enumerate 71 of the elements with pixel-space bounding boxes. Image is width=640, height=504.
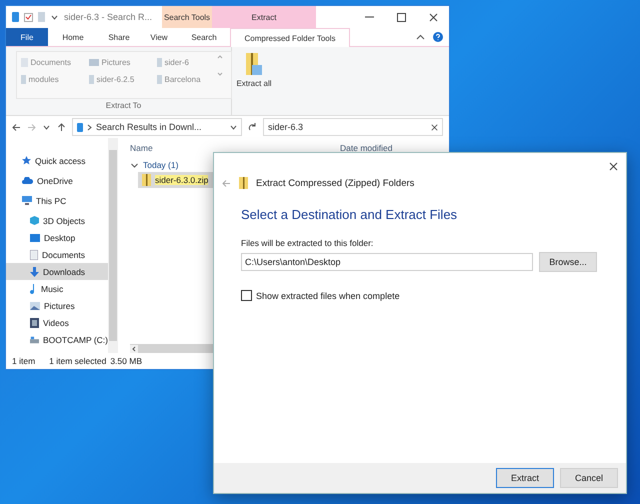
column-header[interactable]: Date modified bbox=[340, 143, 430, 153]
search-field[interactable]: sider-6.3 bbox=[263, 118, 443, 136]
cloud-icon bbox=[22, 177, 33, 184]
nav-item[interactable]: Desktop bbox=[6, 229, 108, 246]
film-icon bbox=[30, 318, 39, 328]
down-arrow-icon bbox=[30, 266, 39, 276]
vertical-scrollbar[interactable] bbox=[108, 138, 118, 353]
destination-field[interactable]: C:\Users\anton\Desktop bbox=[241, 253, 533, 271]
nav-item[interactable]: This PC bbox=[6, 192, 108, 209]
ribbon-tab[interactable]: Share bbox=[98, 28, 140, 46]
cancel-button[interactable]: Cancel bbox=[560, 468, 618, 488]
group-header[interactable]: Today (1) bbox=[130, 158, 449, 172]
ribbon-tab[interactable]: Home bbox=[48, 28, 98, 46]
computer-icon bbox=[22, 196, 32, 205]
dialog-title: Extract Compressed (Zipped) Folders bbox=[256, 178, 414, 188]
close-icon[interactable] bbox=[428, 12, 438, 22]
checkmark-icon[interactable] bbox=[24, 12, 33, 22]
monitor-icon bbox=[30, 234, 40, 242]
nav-item[interactable]: Videos bbox=[6, 314, 108, 331]
dialog-heading: Select a Destination and Extract Files bbox=[241, 207, 458, 222]
ribbon-tab[interactable]: View bbox=[140, 28, 178, 46]
ribbon-tab[interactable]: Search bbox=[178, 28, 230, 46]
browse-button[interactable]: Browse... bbox=[539, 252, 597, 272]
up-icon[interactable] bbox=[57, 122, 66, 132]
caret-icon[interactable] bbox=[230, 124, 237, 130]
clear-icon[interactable] bbox=[431, 124, 438, 130]
chevron-down-icon[interactable] bbox=[130, 160, 139, 170]
drive-icon bbox=[30, 336, 39, 344]
scroll-left-icon[interactable] bbox=[130, 344, 138, 352]
address-bar[interactable]: Search Results in Downl... bbox=[72, 118, 242, 136]
chevron-right-icon bbox=[87, 124, 92, 130]
field-label: Files will be extracted to this folder: bbox=[241, 238, 374, 248]
window-title: sider-6.3 - Search R... bbox=[64, 12, 152, 22]
context-tab-header: Extract bbox=[212, 6, 316, 28]
context-tab-header: Search Tools bbox=[162, 6, 212, 28]
nav-item[interactable]: Documents bbox=[6, 246, 108, 263]
minimize-icon[interactable] bbox=[364, 16, 374, 18]
nav-item[interactable]: Downloads bbox=[6, 263, 108, 280]
checkbox[interactable] bbox=[241, 290, 252, 301]
column-header[interactable]: Name bbox=[130, 143, 340, 153]
back-icon[interactable] bbox=[12, 122, 21, 132]
ribbon-tab[interactable]: File bbox=[6, 28, 48, 46]
nav-item[interactable]: BOOTCAMP (C:) bbox=[6, 331, 108, 348]
status-text: 3.50 MB bbox=[110, 356, 142, 366]
nav-item[interactable]: Pictures bbox=[6, 297, 108, 314]
status-text: 1 item selected bbox=[49, 356, 106, 366]
zip-folder-icon bbox=[246, 53, 262, 77]
chevron-up-icon[interactable] bbox=[416, 32, 425, 42]
status-text: 1 item bbox=[12, 356, 36, 366]
cube-icon bbox=[30, 216, 39, 225]
picture-icon bbox=[30, 302, 40, 310]
maximize-icon[interactable] bbox=[396, 12, 406, 22]
group-label: Extract To bbox=[106, 101, 142, 110]
zip-folder-icon bbox=[239, 177, 248, 189]
checkbox-label: Show extracted files when complete bbox=[256, 290, 400, 300]
document-icon bbox=[30, 250, 38, 260]
ribbon-tab[interactable]: Compressed Folder Tools bbox=[230, 28, 350, 47]
picture-icon bbox=[88, 59, 98, 66]
nav-item[interactable]: Music bbox=[6, 280, 108, 297]
extract-all-button[interactable]: Extract all bbox=[232, 47, 276, 109]
star-icon bbox=[22, 156, 31, 165]
nav-item[interactable]: Quick access bbox=[6, 152, 108, 169]
zip-folder-icon bbox=[142, 174, 151, 186]
nav-item[interactable]: 3D Objects bbox=[6, 212, 108, 229]
help-icon[interactable] bbox=[433, 32, 443, 42]
extract-button[interactable]: Extract bbox=[496, 468, 554, 488]
refresh-icon[interactable] bbox=[248, 122, 257, 132]
nav-item[interactable]: OneDrive bbox=[6, 172, 108, 189]
music-note-icon bbox=[30, 284, 37, 294]
close-icon[interactable] bbox=[608, 162, 618, 170]
document-icon bbox=[20, 58, 28, 67]
